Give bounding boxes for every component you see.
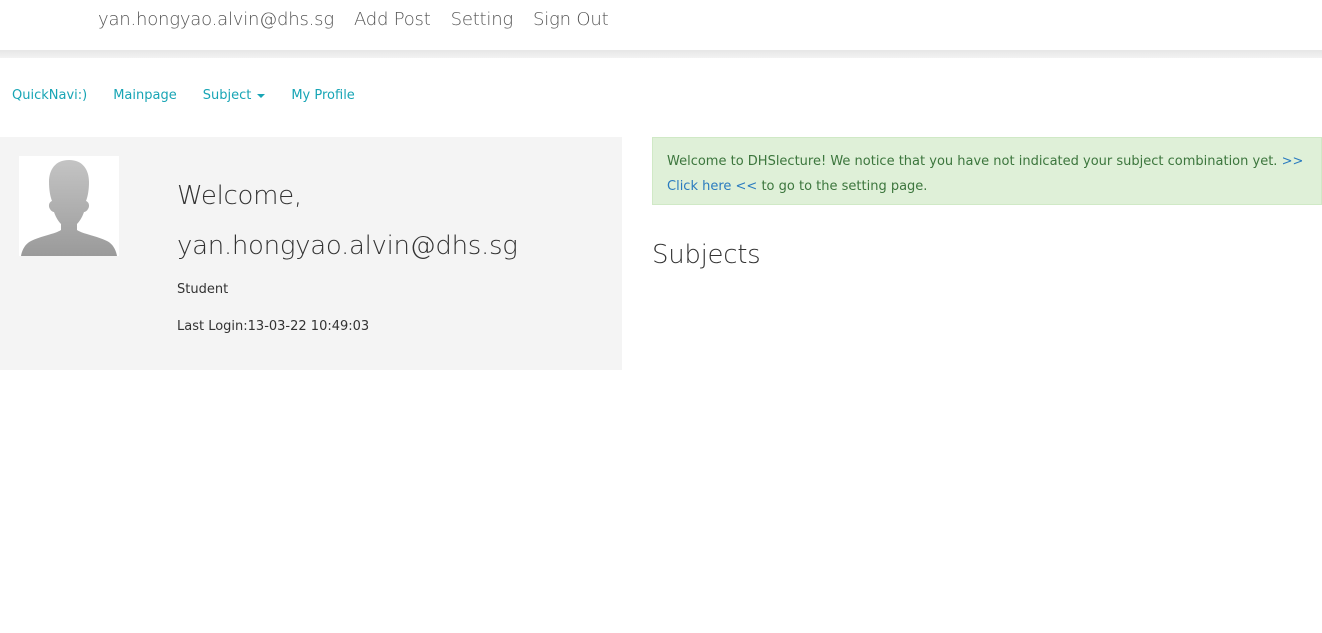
user-email-link[interactable]: yan.hongyao.alvin@dhs.sg [98,9,334,30]
alert-arrow-link[interactable]: >> [1282,154,1304,169]
caret-down-icon [257,93,266,98]
user-silhouette-icon [19,156,119,256]
sign-out-link[interactable]: Sign Out [533,9,609,30]
subject-combination-alert: Welcome to DHSlecture! We notice that yo… [652,137,1322,205]
welcome-heading: Welcome, yan.hongyao.alvin@dhs.sg [177,171,518,271]
setting-link[interactable]: Setting [451,9,514,30]
last-login: Last Login:13-03-22 10:49:03 [177,319,370,334]
quicknavi-link[interactable]: QuickNavi:) [12,88,87,103]
alert-message-tail: to go to the setting page. [757,179,928,194]
user-role: Student [177,282,229,297]
alert-message: Welcome to DHSlecture! We notice that yo… [667,154,1282,169]
my-profile-link[interactable]: My Profile [291,88,354,103]
top-nav-links: yan.hongyao.alvin@dhs.sg Add Post Settin… [98,9,628,30]
top-navbar: yan.hongyao.alvin@dhs.sg Add Post Settin… [0,0,1322,50]
profile-panel: Welcome, yan.hongyao.alvin@dhs.sg Studen… [0,137,622,370]
avatar-silhouette-svg [21,160,117,256]
subject-dropdown-label: Subject [202,88,252,103]
navbar-shadow [0,50,1322,58]
click-here-link[interactable]: Click here << [667,179,757,194]
subjects-heading: Subjects [652,240,761,270]
mainpage-link[interactable]: Mainpage [113,88,177,103]
add-post-link[interactable]: Add Post [354,9,431,30]
quick-nav: QuickNavi:) Mainpage Subject My Profile [12,88,381,103]
subject-dropdown[interactable]: Subject [203,88,266,103]
welcome-label: Welcome, [177,181,302,211]
profile-email: yan.hongyao.alvin@dhs.sg [177,231,518,261]
